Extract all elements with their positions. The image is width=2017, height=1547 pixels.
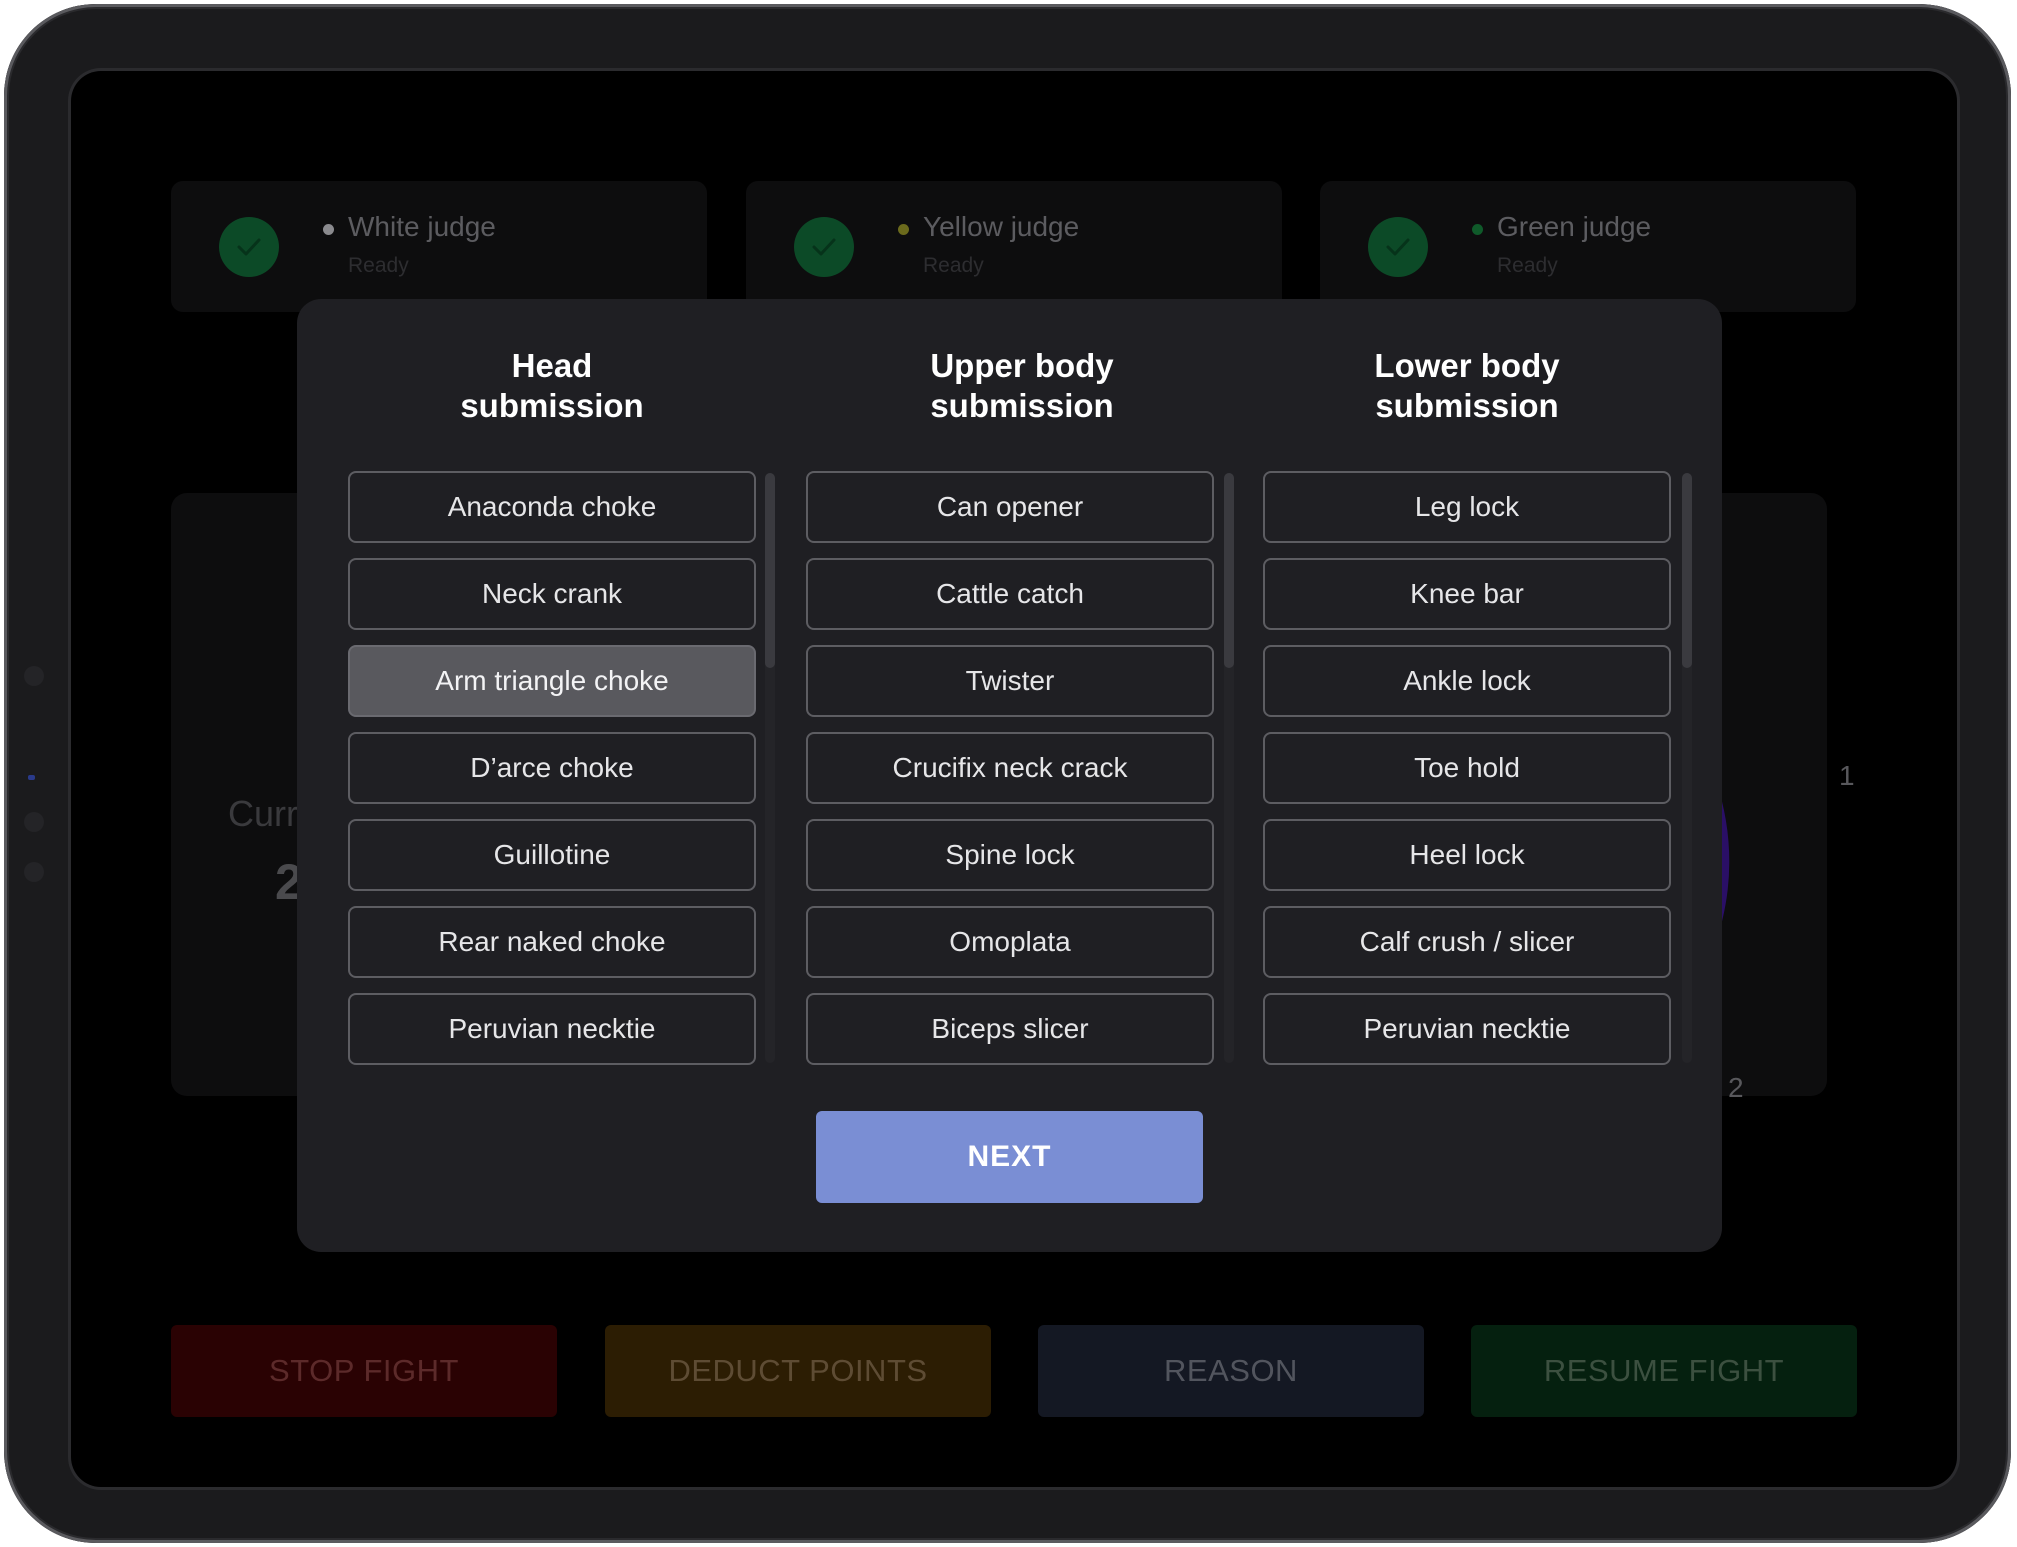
submission-option[interactable]: D’arce choke (348, 732, 756, 804)
column-title-upper-body: Upper body submission (930, 347, 1114, 424)
submission-option[interactable]: Knee bar (1263, 558, 1671, 630)
scrollbar[interactable] (1224, 473, 1234, 1063)
judge-name: Green judge (1497, 211, 1652, 242)
scrollbar-thumb[interactable] (1224, 473, 1234, 668)
judge-card-yellow: Yellow judge Ready (746, 181, 1282, 312)
check-icon (794, 217, 854, 277)
scrollbar-thumb[interactable] (1682, 473, 1692, 668)
submission-option[interactable]: Omoplata (806, 906, 1214, 978)
camera-dot (24, 666, 44, 686)
submission-option[interactable]: Anaconda choke (348, 471, 756, 543)
judge-status: Ready (348, 254, 409, 277)
scrollbar-thumb[interactable] (765, 473, 775, 668)
side-button (24, 812, 44, 832)
submission-option[interactable]: Peruvian necktie (348, 993, 756, 1065)
submission-option[interactable]: Spine lock (806, 819, 1214, 891)
submission-option[interactable]: Toe hold (1263, 732, 1671, 804)
submission-option[interactable]: Crucifix neck crack (806, 732, 1214, 804)
submission-option[interactable]: Biceps slicer (806, 993, 1214, 1065)
stop-fight-button[interactable]: STOP FIGHT (171, 1325, 557, 1417)
dial-label-2: 2 (1728, 1072, 1744, 1103)
judge-card-green: Green judge Ready (1320, 181, 1856, 312)
column-title-head: Head submission (460, 347, 644, 424)
deduct-points-button[interactable]: DEDUCT POINTS (605, 1325, 991, 1417)
judge-name: White judge (348, 211, 496, 242)
submission-option[interactable]: Guillotine (348, 819, 756, 891)
dial-label-1: 1 (1839, 760, 1855, 791)
submission-option[interactable]: Can opener (806, 471, 1214, 543)
indicator-light (28, 775, 35, 780)
submission-option[interactable]: Ankle lock (1263, 645, 1671, 717)
scrollbar[interactable] (1682, 473, 1692, 1063)
reason-button[interactable]: REASON (1038, 1325, 1424, 1417)
submission-option[interactable]: Cattle catch (806, 558, 1214, 630)
scrollbar[interactable] (765, 473, 775, 1063)
status-dot (323, 224, 334, 235)
check-icon (1368, 217, 1428, 277)
status-dot (898, 224, 909, 235)
submission-option[interactable]: Heel lock (1263, 819, 1671, 891)
submission-option[interactable]: Rear naked choke (348, 906, 756, 978)
status-dot (1472, 224, 1483, 235)
side-button (24, 862, 44, 882)
judge-card-white: White judge Ready (171, 181, 707, 312)
resume-fight-button[interactable]: RESUME FIGHT (1471, 1325, 1857, 1417)
submission-option[interactable]: Neck crank (348, 558, 756, 630)
submission-option[interactable]: Twister (806, 645, 1214, 717)
submission-option[interactable]: Arm triangle choke (348, 645, 756, 717)
next-button[interactable]: NEXT (816, 1111, 1203, 1203)
judge-status: Ready (1497, 254, 1558, 277)
submission-option[interactable]: Peruvian necktie (1263, 993, 1671, 1065)
submission-option[interactable]: Calf crush / slicer (1263, 906, 1671, 978)
submission-modal: Head submission Upper body submission Lo… (297, 299, 1722, 1252)
column-title-lower-body: Lower body submission (1374, 347, 1560, 424)
submission-option[interactable]: Leg lock (1263, 471, 1671, 543)
judge-name: Yellow judge (923, 211, 1080, 242)
judge-status: Ready (923, 254, 984, 277)
check-icon (219, 217, 279, 277)
